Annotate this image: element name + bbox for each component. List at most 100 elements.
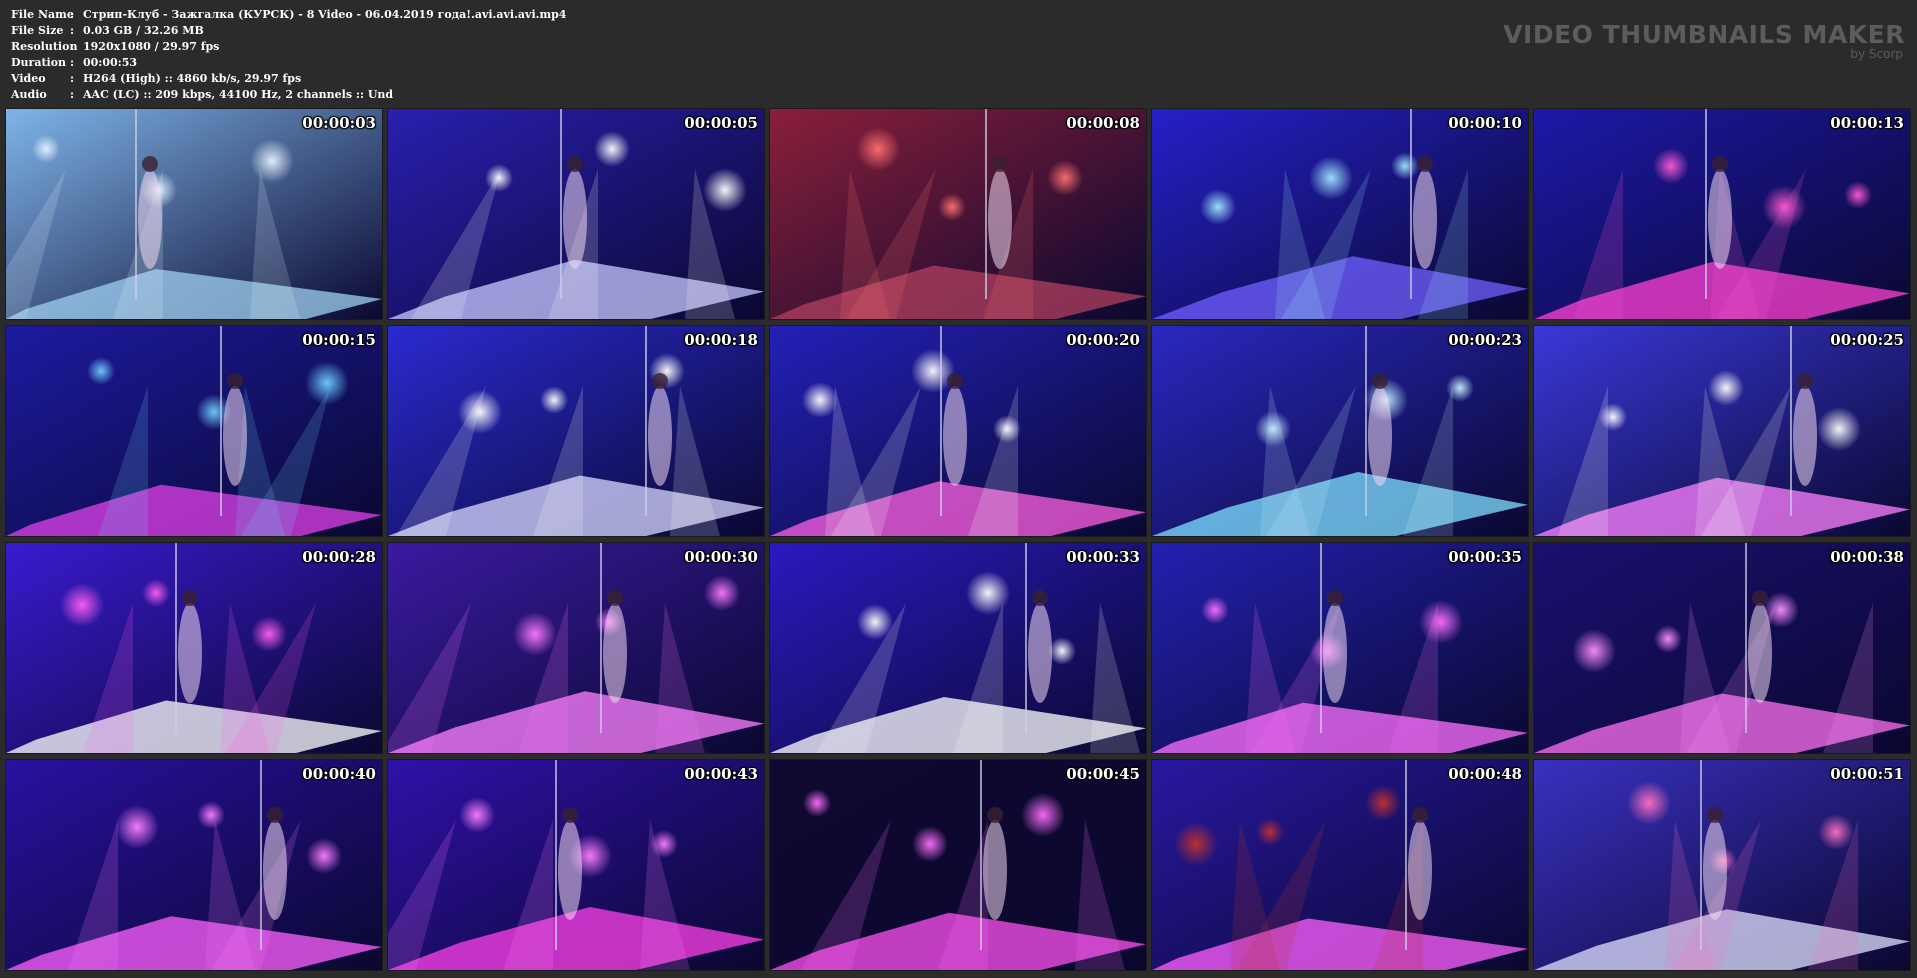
thumbnail-frame xyxy=(770,543,1146,753)
thumbnail-frame xyxy=(770,326,1146,536)
stage-light xyxy=(32,135,60,163)
stage-light xyxy=(1627,781,1671,825)
video-thumbnail: 00:00:23 xyxy=(1152,326,1528,536)
stage-light xyxy=(1446,374,1474,402)
performer-figure xyxy=(603,603,627,703)
info-value: 0.03 GB / 32.26 MB xyxy=(83,24,204,37)
stage-light xyxy=(803,789,831,817)
stage-light xyxy=(1844,181,1872,209)
performer-head xyxy=(1707,807,1723,823)
performer-head xyxy=(607,590,623,606)
stage-light xyxy=(1201,596,1229,624)
stage-light xyxy=(1256,818,1284,846)
thumbnail-timestamp: 00:00:13 xyxy=(1830,114,1904,132)
thumbnail-frame xyxy=(770,109,1146,319)
performer-head xyxy=(1417,156,1433,172)
brand-title: VIDEO THUMBNAILS MAKER xyxy=(1503,20,1905,49)
thumbnail-frame xyxy=(770,760,1146,970)
info-row: Audio: AAC (LC) :: 209 kbps, 44100 Hz, 2 … xyxy=(11,87,566,103)
performer-figure xyxy=(1408,820,1432,920)
stage-light xyxy=(1708,370,1744,406)
stage-light xyxy=(802,382,838,418)
thumbnail-frame xyxy=(1152,109,1528,319)
stage-light xyxy=(540,386,568,414)
thumbnail-grid: 00:00:03 00:00:05 00:00:08 00:00:10 00:00:13… xyxy=(6,109,1911,970)
info-separator: : xyxy=(70,72,75,85)
thumbnail-frame xyxy=(6,760,382,970)
info-value: Стрип-Клуб - Зажгалка (КУРСК) - 8 Video … xyxy=(83,8,567,21)
thumbnail-timestamp: 00:00:15 xyxy=(302,331,376,349)
thumbnail-timestamp: 00:00:33 xyxy=(1066,548,1140,566)
stage-light xyxy=(513,612,557,656)
performer-figure xyxy=(1708,169,1732,269)
performer-head xyxy=(1032,590,1048,606)
thumbnail-frame xyxy=(1534,326,1910,536)
stage-light xyxy=(1817,407,1861,451)
thumbnail-timestamp: 00:00:48 xyxy=(1448,765,1522,783)
performer-figure xyxy=(1793,386,1817,486)
stage-light xyxy=(1762,185,1806,229)
info-separator: : xyxy=(70,40,75,53)
performer-figure xyxy=(223,386,247,486)
info-value: H264 (High) :: 4860 kb/s, 29.97 fps xyxy=(83,72,302,85)
info-key: File Size xyxy=(11,24,64,37)
stage-light xyxy=(1021,793,1065,837)
info-row: Duration:00:00:53 xyxy=(11,55,566,71)
thumbnail-timestamp: 00:00:45 xyxy=(1066,765,1140,783)
stage-light xyxy=(485,164,513,192)
stage-light xyxy=(60,583,104,627)
info-value: 1920x1080 / 29.97 fps xyxy=(83,40,220,53)
performer-head xyxy=(992,156,1008,172)
video-thumbnail: 00:00:40 xyxy=(6,760,382,970)
performer-head xyxy=(1712,156,1728,172)
performer-figure xyxy=(1028,603,1052,703)
info-value: 00:00:53 xyxy=(83,56,138,69)
thumbnail-frame xyxy=(388,543,764,753)
info-separator: : xyxy=(70,8,75,21)
stage-light xyxy=(458,390,502,434)
performer-figure xyxy=(1323,603,1347,703)
video-thumbnail: 00:00:03 xyxy=(6,109,382,319)
performer-head xyxy=(1752,590,1768,606)
stage-light xyxy=(1572,629,1616,673)
performer-figure xyxy=(178,603,202,703)
performer-figure xyxy=(263,820,287,920)
thumbnail-timestamp: 00:00:03 xyxy=(302,114,376,132)
performer-head xyxy=(1372,373,1388,389)
stage-light xyxy=(1653,148,1689,184)
performer-figure xyxy=(1368,386,1392,486)
performer-figure xyxy=(138,169,162,269)
thumbnail-timestamp: 00:00:38 xyxy=(1830,548,1904,566)
video-thumbnail: 00:00:13 xyxy=(1534,109,1910,319)
performer-figure xyxy=(988,169,1012,269)
info-separator: : xyxy=(70,24,75,37)
thumbnail-timestamp: 00:00:23 xyxy=(1448,331,1522,349)
stage-light xyxy=(1818,814,1854,850)
stage-light xyxy=(594,131,630,167)
video-thumbnail: 00:00:45 xyxy=(770,760,1146,970)
video-thumbnail: 00:00:48 xyxy=(1152,760,1528,970)
stage-light xyxy=(1391,152,1419,180)
performer-head xyxy=(1327,590,1343,606)
thumbnail-frame xyxy=(1152,760,1528,970)
stage-light xyxy=(911,349,955,393)
performer-head xyxy=(267,807,283,823)
thumbnail-timestamp: 00:00:25 xyxy=(1830,331,1904,349)
stage-light xyxy=(115,805,159,849)
performer-head xyxy=(182,590,198,606)
thumbnail-frame xyxy=(1534,109,1910,319)
info-key: Audio xyxy=(11,88,47,101)
stage-light xyxy=(306,838,342,874)
performer-head xyxy=(567,156,583,172)
performer-figure xyxy=(1413,169,1437,269)
performer-figure xyxy=(943,386,967,486)
stage-light xyxy=(650,830,678,858)
video-thumbnail: 00:00:38 xyxy=(1534,543,1910,753)
stage-light xyxy=(1654,625,1682,653)
performer-head xyxy=(1797,373,1813,389)
thumbnail-frame xyxy=(1152,326,1528,536)
info-key: Resolution xyxy=(11,40,78,53)
brand-subtitle: by Scorp xyxy=(1850,47,1903,61)
performer-figure xyxy=(558,820,582,920)
performer-figure xyxy=(1748,603,1772,703)
